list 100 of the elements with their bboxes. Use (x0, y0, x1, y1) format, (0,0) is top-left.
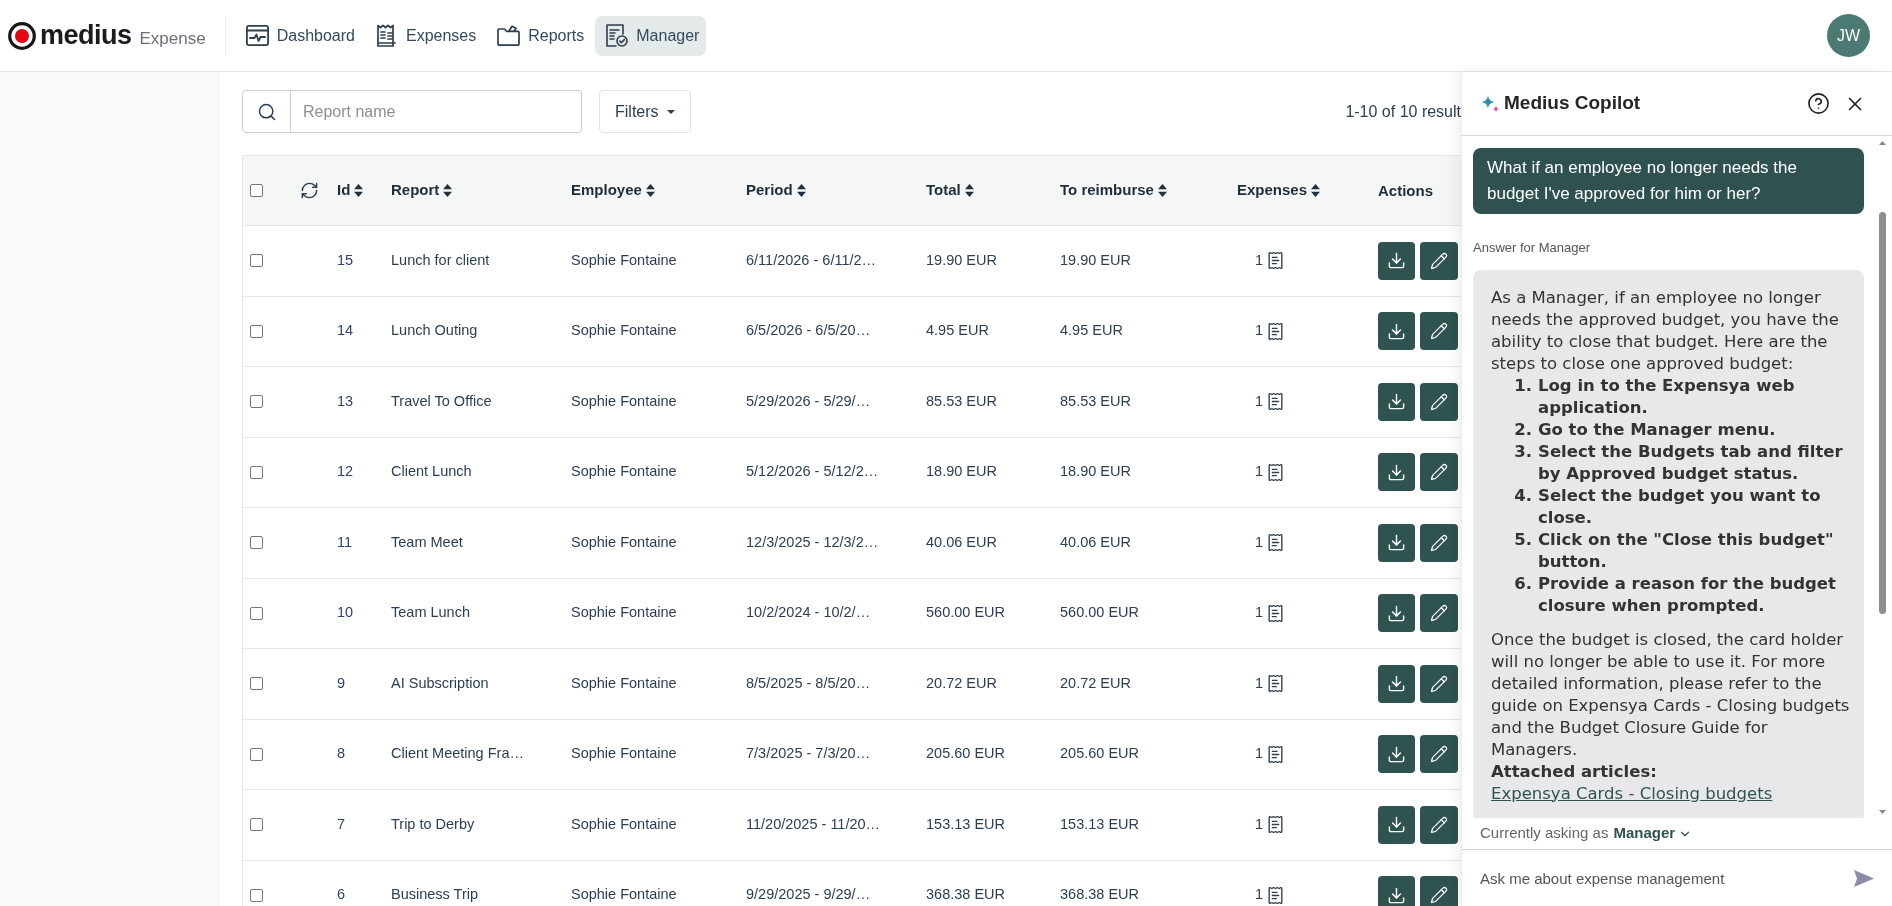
receipt-icon[interactable] (1266, 744, 1286, 764)
select-all-checkbox[interactable] (250, 184, 263, 197)
role-dropdown[interactable]: Manager (1613, 822, 1693, 845)
table-cell: Team Meet (391, 533, 463, 550)
table-cell: Trip to Derby (391, 815, 475, 832)
receipt-icon[interactable] (1266, 815, 1286, 835)
row-checkbox[interactable] (250, 888, 263, 902)
receipt-icon[interactable] (1266, 321, 1286, 341)
edit-button[interactable] (1420, 876, 1458, 906)
receipt-icon[interactable] (1266, 533, 1286, 553)
download-button[interactable] (1378, 382, 1415, 421)
results-count: 1-10 of 10 result (1345, 101, 1461, 122)
receipt-icon[interactable] (1266, 603, 1286, 623)
step-text: Provide a reason for the budget closure when prompted. (1538, 572, 1837, 617)
column-header[interactable]: Id (337, 179, 364, 202)
role-label: Currently asking as (1480, 823, 1609, 844)
edit-button[interactable] (1420, 664, 1458, 703)
download-button[interactable] (1378, 876, 1415, 906)
table-cell-text: 1 (1255, 885, 1264, 905)
row-checkbox[interactable] (250, 818, 263, 832)
filters-button[interactable]: Filters (599, 90, 691, 133)
table-cell: 12/3/2025 - 12/3/2… (746, 533, 879, 550)
edit-button[interactable] (1420, 382, 1458, 421)
send-button[interactable] (1854, 869, 1874, 887)
refresh-icon[interactable] (300, 181, 319, 200)
row-checkbox[interactable] (250, 677, 263, 691)
user-message: What if an employee no longer needs the budget I've approved for him or her? (1473, 148, 1864, 214)
nav-tab[interactable]: Reports (487, 15, 592, 56)
edit-button[interactable] (1420, 735, 1458, 774)
send-icon (1854, 869, 1874, 887)
download-button[interactable] (1378, 241, 1415, 280)
download-icon (1387, 321, 1406, 341)
column-header[interactable]: Report (391, 179, 453, 202)
pencil-icon (1430, 251, 1448, 270)
download-button[interactable] (1378, 735, 1415, 774)
table-cell: Sophie Fontaine (571, 604, 677, 621)
column-header[interactable]: Period (746, 179, 806, 202)
chat-input[interactable]: Ask me about expense management (1480, 860, 1844, 896)
receipt-icon[interactable] (1266, 674, 1286, 694)
nav-tab[interactable]: Expenses (366, 15, 484, 56)
column-header[interactable]: Employee (571, 179, 655, 202)
search-button[interactable] (242, 90, 291, 133)
step-text: Click on the "Close this budget" button. (1538, 528, 1835, 573)
pencil-icon (1430, 392, 1448, 411)
table-cell-text: 1 (1255, 532, 1264, 552)
scrollbar-thumb[interactable] (1878, 212, 1886, 614)
column-header[interactable]: Expenses (1237, 179, 1321, 202)
download-button[interactable] (1378, 453, 1415, 492)
table-cell: 14 (337, 322, 354, 339)
edit-button[interactable] (1420, 523, 1458, 562)
pencil-icon (1430, 815, 1448, 834)
help-button[interactable] (1807, 92, 1830, 115)
receipt-icon[interactable] (1266, 251, 1286, 271)
row-checkbox[interactable] (250, 465, 263, 479)
edit-button[interactable] (1420, 594, 1458, 633)
scroll-down-icon[interactable] (1878, 810, 1886, 814)
edit-button[interactable] (1420, 453, 1458, 492)
download-icon (1387, 251, 1406, 271)
step-number: 4. (1513, 484, 1533, 507)
table-cell: Lunch Outing (391, 322, 478, 339)
avatar-button[interactable]: JW (1827, 14, 1870, 57)
download-button[interactable] (1378, 805, 1415, 844)
edit-button[interactable] (1420, 805, 1458, 844)
logo-text: medius (40, 22, 132, 49)
download-button[interactable] (1378, 523, 1415, 562)
edit-button[interactable] (1420, 241, 1458, 280)
table-cell: 5/12/2026 - 5/12/2… (746, 463, 879, 480)
nav-tab[interactable]: Manager (595, 15, 707, 56)
edit-button[interactable] (1420, 312, 1458, 351)
download-button[interactable] (1378, 312, 1415, 351)
table-cell: Sophie Fontaine (571, 463, 677, 480)
table-cell: 18.90 EUR (926, 463, 997, 480)
search-field[interactable]: Report name (291, 90, 582, 133)
receipt-icon[interactable] (1266, 462, 1286, 482)
pencil-icon (1430, 604, 1448, 623)
download-icon (1387, 533, 1406, 553)
receipt-icon[interactable] (1266, 392, 1286, 412)
row-checkbox[interactable] (250, 395, 263, 409)
row-checkbox[interactable] (250, 606, 263, 620)
download-button[interactable] (1378, 594, 1415, 633)
scroll-up-icon[interactable] (1878, 141, 1886, 145)
table-cell: 4.95 EUR (1060, 322, 1123, 339)
table-cell-text: 1 (1255, 250, 1264, 270)
answer-text: As a Manager, if an employee no longer needs the approved budget, you have the ability to close that budget. Here are the steps to close one approved budget: (1491, 286, 1840, 375)
row-checkbox[interactable] (250, 747, 263, 761)
download-button[interactable] (1378, 664, 1415, 703)
receipt-icon[interactable] (1266, 885, 1286, 905)
table-cell: 560.00 EUR (1060, 604, 1139, 621)
row-checkbox[interactable] (250, 254, 263, 268)
row-checkbox[interactable] (250, 324, 263, 338)
step-number: 3. (1513, 440, 1533, 463)
column-header[interactable]: To reimburse (1060, 179, 1167, 202)
article-link[interactable]: Expensya Cards - Closing budgets (1491, 783, 1773, 803)
column-header[interactable]: Total (926, 179, 974, 202)
download-icon (1387, 815, 1406, 835)
nav-tab[interactable]: Dashboard (235, 15, 362, 56)
row-checkbox[interactable] (250, 536, 263, 550)
download-icon (1387, 674, 1406, 694)
pencil-icon (1430, 674, 1448, 693)
table-cell: Sophie Fontaine (571, 251, 677, 268)
